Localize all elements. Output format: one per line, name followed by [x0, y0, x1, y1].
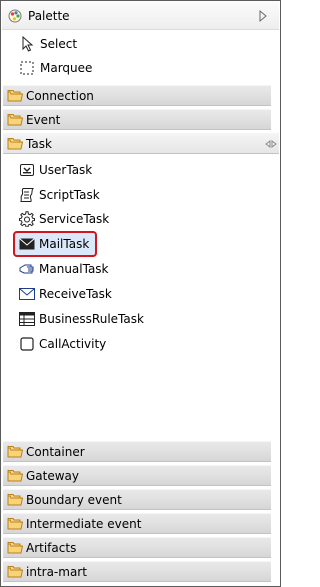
drawer-connection[interactable]: Connection	[3, 85, 271, 106]
entry-callactivity-label: CallActivity	[39, 337, 107, 351]
entry-mailtask-label: MailTask	[39, 237, 90, 251]
hand-icon	[19, 261, 35, 277]
select-arrow-icon	[19, 36, 35, 52]
entry-manualtask-label: ManualTask	[39, 262, 109, 276]
entry-scripttask-label: ScriptTask	[39, 188, 100, 202]
drawer-event[interactable]: Event	[3, 109, 271, 130]
palette-title: Palette	[28, 8, 70, 23]
drawer-task-label: Task	[26, 136, 52, 151]
table-icon	[19, 311, 35, 327]
drawer-artifacts[interactable]: Artifacts	[3, 537, 271, 558]
mail-icon	[19, 236, 35, 252]
marquee-icon	[19, 60, 35, 76]
drawer-boundary-event[interactable]: Boundary event	[3, 489, 271, 510]
entry-mailtask[interactable]: MailTask	[13, 231, 98, 257]
entry-scripttask[interactable]: ScriptTask	[17, 184, 106, 206]
drawer-container-label: Container	[26, 444, 85, 459]
tool-marquee[interactable]: Marquee	[19, 56, 139, 80]
entry-servicetask[interactable]: ServiceTask	[17, 208, 115, 230]
pin-icon[interactable]	[265, 138, 277, 150]
envelope-outline-icon	[19, 286, 35, 302]
open-folder-icon	[7, 138, 23, 150]
drawer-artifacts-label: Artifacts	[26, 540, 77, 555]
drawer-container[interactable]: Container	[3, 441, 271, 462]
drawer-event-label: Event	[26, 112, 61, 127]
script-task-icon	[19, 187, 35, 203]
drawer-gateway[interactable]: Gateway	[3, 465, 271, 486]
call-activity-icon	[19, 336, 35, 352]
palette-icon	[8, 9, 22, 22]
user-task-icon	[19, 162, 35, 178]
tool-marquee-label: Marquee	[40, 61, 93, 75]
palette-header[interactable]: Palette	[2, 2, 279, 30]
folder-icon	[7, 542, 23, 554]
tool-select-label: Select	[40, 37, 78, 51]
tool-select[interactable]: Select	[19, 32, 139, 56]
drawer-connection-label: Connection	[26, 88, 94, 103]
drawer-intermediate-event-label: Intermediate event	[26, 516, 142, 531]
folder-icon	[7, 114, 23, 126]
gear-icon	[19, 211, 35, 227]
folder-icon	[7, 470, 23, 482]
drawer-boundary-event-label: Boundary event	[26, 492, 122, 507]
entry-businessruletask[interactable]: BusinessRuleTask	[17, 308, 150, 330]
entry-receivetask[interactable]: ReceiveTask	[17, 283, 118, 305]
drawer-task[interactable]: Task	[3, 133, 279, 154]
drawer-gateway-label: Gateway	[26, 468, 80, 483]
entry-businessruletask-label: BusinessRuleTask	[39, 312, 144, 326]
folder-icon	[7, 566, 23, 578]
folder-icon	[7, 518, 23, 530]
drawer-intra-mart-label: intra-mart	[26, 564, 87, 579]
collapse-arrow-icon[interactable]	[259, 10, 267, 22]
entry-usertask[interactable]: UserTask	[17, 159, 98, 181]
entry-receivetask-label: ReceiveTask	[39, 287, 112, 301]
entry-manualtask[interactable]: ManualTask	[17, 258, 115, 280]
drawer-intermediate-event[interactable]: Intermediate event	[3, 513, 271, 534]
entry-usertask-label: UserTask	[39, 163, 93, 177]
folder-icon	[7, 90, 23, 102]
folder-icon	[7, 446, 23, 458]
entry-callactivity[interactable]: CallActivity	[17, 333, 112, 355]
drawer-intra-mart[interactable]: intra-mart	[3, 561, 271, 582]
folder-icon	[7, 494, 23, 506]
palette-panel: Palette Select Marquee Connection Event …	[0, 0, 281, 587]
entry-servicetask-label: ServiceTask	[39, 212, 110, 226]
